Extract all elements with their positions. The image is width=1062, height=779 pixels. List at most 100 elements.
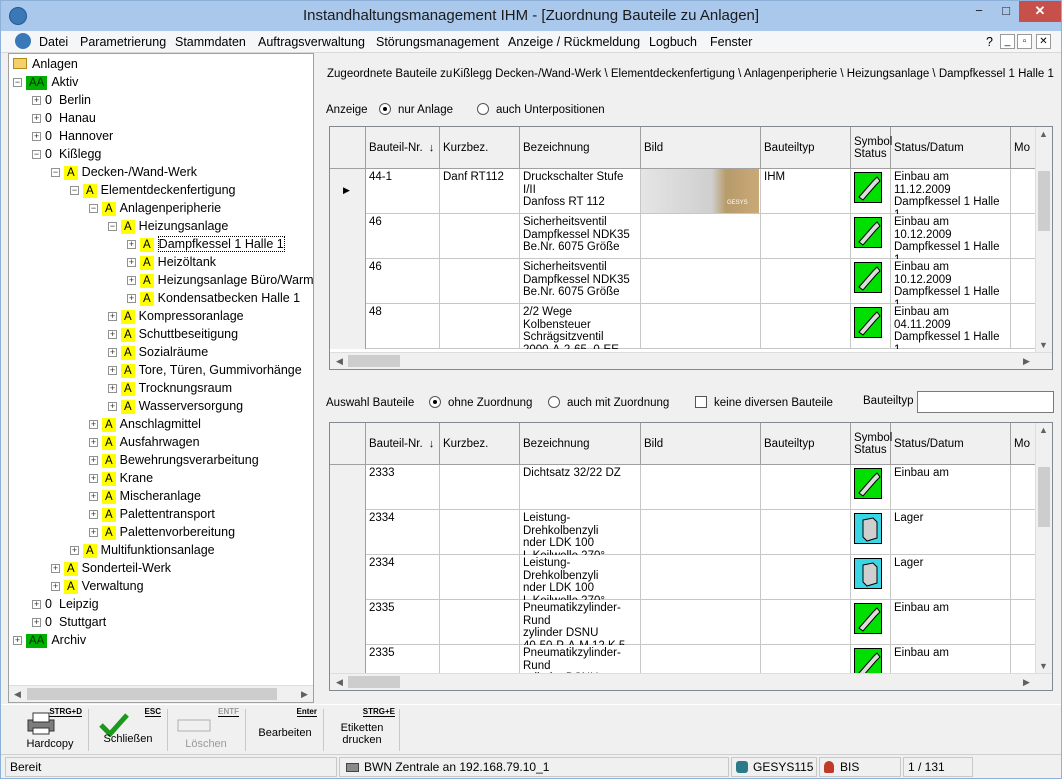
tree-node[interactable]: + A Schuttbeseitigung [108,325,238,343]
menu-stoerungsmanagement[interactable]: Störungsmanagement [376,35,499,49]
cell-kurzbez[interactable] [440,214,520,259]
expand-icon[interactable]: + [89,438,98,448]
minimize-button[interactable]: − [965,1,993,22]
expand-icon[interactable]: + [127,240,136,250]
column-header[interactable]: Bezeichnung [520,423,641,465]
column-header[interactable]: Symbol Status [851,423,892,465]
expand-icon[interactable]: + [89,492,98,502]
cell-bild[interactable]: GESYS [641,169,761,214]
tree-node[interactable]: −0 Kißlegg [32,145,101,163]
cell-bauteiltyp[interactable] [761,600,851,645]
tree-node[interactable]: + AA Archiv [13,631,86,649]
tree-node[interactable]: + A Dampfkessel 1 Halle 1 [127,235,285,253]
cell-bezeichnung[interactable]: Dichtsatz 32/22 DZ [520,465,641,510]
tree-node[interactable]: + A Sozialräume [108,343,208,361]
tree-node[interactable]: + A Kondensatbecken Halle 1 [127,289,300,307]
radio-auch-unterpositionen[interactable]: auch Unterpositionen [477,103,605,116]
radio-unselected-icon[interactable] [548,396,560,408]
checkbox-keine-diversen[interactable]: keine diversen Bauteile [695,396,833,409]
collapse-icon[interactable]: − [51,168,60,178]
tree-node[interactable]: Anlagen [13,55,78,73]
cell-bauteiltyp[interactable]: IHM [761,169,851,214]
cell-kurzbez[interactable] [440,555,520,600]
expand-icon[interactable]: + [32,114,41,124]
cell-bild[interactable] [641,304,761,349]
row-selector[interactable]: ▶ [330,169,366,214]
cell-bezeichnung[interactable]: 2/2 Wege Kolbensteuer Schrägsitzventil 2… [520,304,641,349]
checkbox-icon[interactable] [695,396,707,408]
anlagen-tree[interactable]: Anlagen − AA Aktiv +0 Berlin +0 Hanau +0 Hannover… [8,53,314,703]
sort-icon[interactable]: ↓ [429,142,435,154]
tree-node[interactable]: +0 Hannover [32,127,113,145]
cell-bezeichnung[interactable]: Leistung-Drehkolbenzyli nder LDK 100 L,K… [520,510,641,555]
cell-bauteil-nr[interactable]: 2333 [366,465,440,510]
scroll-left-icon[interactable]: ◀ [10,689,25,700]
cell-symbol-status[interactable] [851,510,891,555]
bearbeiten-button[interactable]: Enter Bearbeiten [251,707,319,753]
cell-status-datum[interactable]: Einbau am [891,465,1011,510]
tree-node[interactable]: − A Heizungsanlage [108,217,228,235]
expand-icon[interactable]: + [32,96,41,106]
mdi-close-button[interactable]: ✕ [1036,34,1051,49]
tree-node[interactable]: − AA Aktiv [13,73,78,91]
expand-icon[interactable]: + [89,510,98,520]
cell-status-datum[interactable]: Einbau am [891,600,1011,645]
row-selector[interactable] [330,214,366,259]
cell-status-datum[interactable]: Einbau am 11.12.2009 Dampfkessel 1 Halle… [891,169,1011,214]
cell-bezeichnung[interactable]: Sicherheitsventil Dampfkessel NDK35 Be.N… [520,214,641,259]
expand-icon[interactable]: + [108,402,117,412]
table-row[interactable]: 46 Sicherheitsventil Dampfkessel NDK35 Be… [330,259,1041,304]
cell-bauteiltyp[interactable] [761,510,851,555]
column-header[interactable]: Bauteiltyp [761,423,851,465]
cell-bauteil-nr[interactable]: 44-1 [366,169,440,214]
tree-node[interactable]: − A Decken-/Wand-Werk [51,163,197,181]
expand-icon[interactable]: + [108,366,117,376]
column-header[interactable]: Bild [641,127,761,169]
table-row[interactable]: ▶ 44-1 Danf RT112 Druckschalter Stufe I/II … [330,169,1041,214]
cell-symbol-status[interactable] [851,169,891,214]
bauteiltyp-input[interactable] [917,391,1054,413]
vertical-scrollbar[interactable]: ▲ ▼ [1035,423,1052,673]
radio-selected-icon[interactable] [379,103,391,115]
cell-kurzbez[interactable]: Danf RT112 [440,169,520,214]
radio-auch-mit-zuordnung[interactable]: auch mit Zuordnung [548,396,669,409]
cell-bauteiltyp[interactable] [761,304,851,349]
tree-node[interactable]: + A Multifunktionsanlage [70,541,215,559]
column-header[interactable]: Bauteiltyp [761,127,851,169]
loeschen-button[interactable]: ENTF Löschen [171,707,241,753]
cell-bauteiltyp[interactable] [761,214,851,259]
scroll-down-icon[interactable]: ▼ [1036,661,1051,671]
menu-fenster[interactable]: Fenster [710,35,752,49]
hardcopy-button[interactable]: STRG+D Hardcopy [16,707,84,753]
expand-icon[interactable]: + [108,330,117,340]
cell-kurzbez[interactable] [440,465,520,510]
column-header[interactable]: Bauteil-Nr. ↓ [366,127,440,169]
cell-bauteiltyp[interactable] [761,259,851,304]
expand-icon[interactable]: + [32,132,41,142]
table-row[interactable]: 2333 Dichtsatz 32/22 DZ Einbau am [330,465,1041,510]
menu-parametrierung[interactable]: Parametrierung [80,35,166,49]
cell-bauteil-nr[interactable]: 46 [366,214,440,259]
tree-node[interactable]: +0 Leipzig [32,595,99,613]
collapse-icon[interactable]: − [108,222,117,232]
menu-help[interactable]: ? [986,35,993,49]
cell-bauteil-nr[interactable]: 48 [366,304,440,349]
column-header[interactable]: Status/Datum [891,127,1011,169]
cell-bezeichnung[interactable]: Druckschalter Stufe I/II Danfoss RT 112 [520,169,641,214]
cell-symbol-status[interactable] [851,465,891,510]
scroll-up-icon[interactable]: ▲ [1036,129,1051,139]
scrollbar-thumb[interactable] [1038,171,1050,231]
scroll-right-icon[interactable]: ▶ [1019,356,1034,367]
row-selector[interactable] [330,465,366,510]
tree-node[interactable]: + A Palettentransport [89,505,215,523]
expand-icon[interactable]: + [51,582,60,592]
cell-bauteil-nr[interactable]: 2334 [366,510,440,555]
cell-bild[interactable] [641,510,761,555]
cell-status-datum[interactable]: Einbau am 04.11.2009 Dampfkessel 1 Halle… [891,304,1011,349]
cell-bezeichnung[interactable]: Sicherheitsventil Dampfkessel NDK35 Be.N… [520,259,641,304]
expand-icon[interactable]: + [13,636,22,646]
scrollbar-thumb[interactable] [348,676,400,688]
cell-bauteil-nr[interactable]: 2334 [366,555,440,600]
vertical-scrollbar[interactable]: ▲ ▼ [1035,127,1052,352]
row-selector[interactable] [330,510,366,555]
